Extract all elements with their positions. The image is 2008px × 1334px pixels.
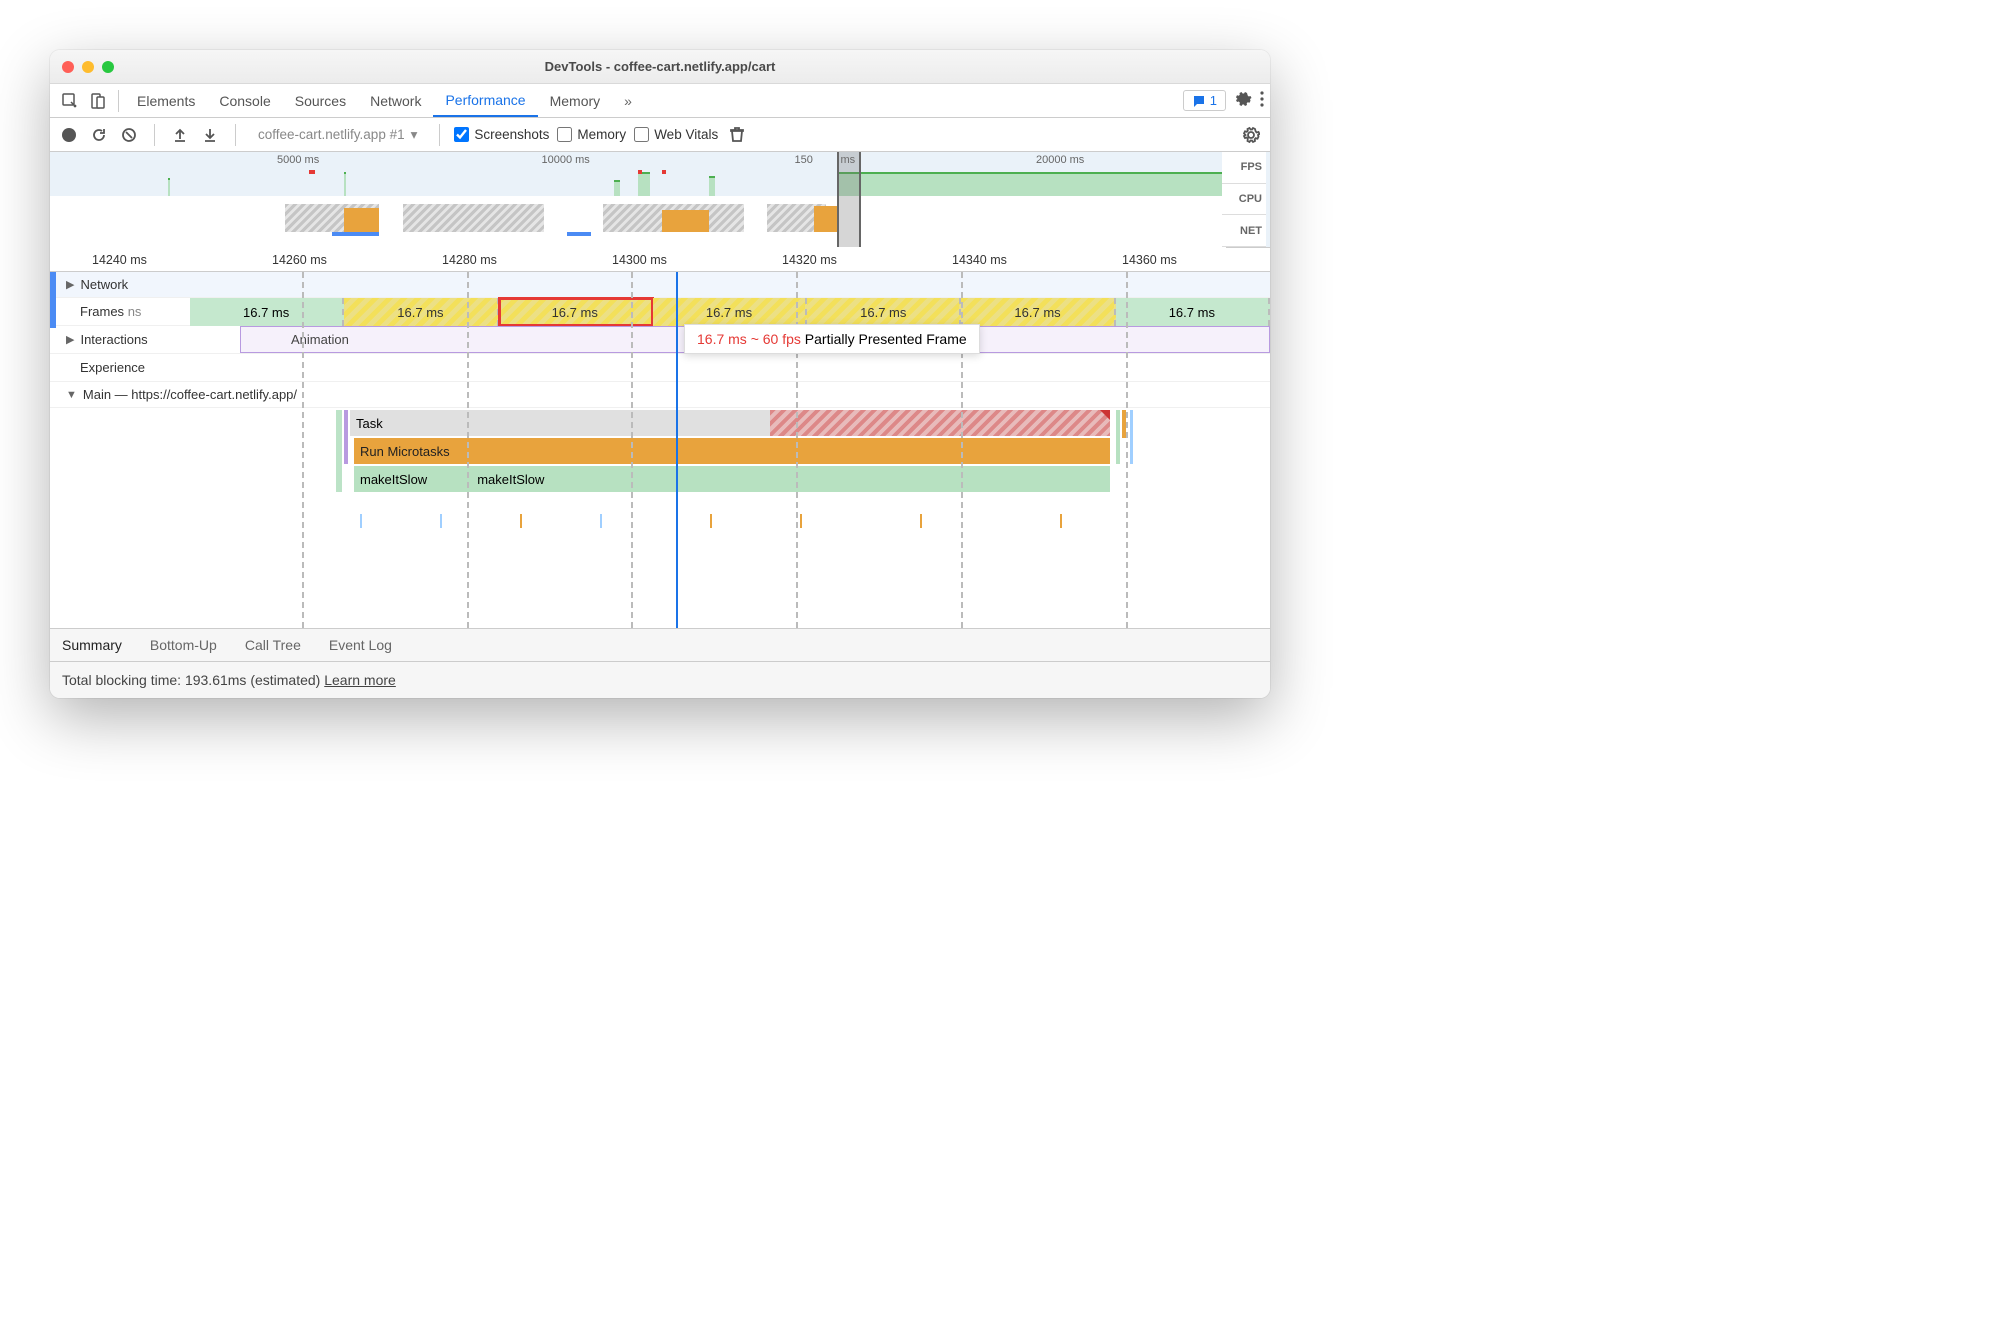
more-tabs-icon[interactable]: »	[612, 84, 644, 117]
track-main-header[interactable]: ▼Main — https://coffee-cart.netlify.app/	[50, 382, 1270, 408]
separator	[154, 124, 155, 146]
window-maximize-button[interactable]	[102, 61, 114, 73]
flame-makeitslow[interactable]: makeItSlow makeItSlow	[354, 466, 1110, 492]
tab-network[interactable]: Network	[358, 84, 433, 117]
recording-selector[interactable]: coffee-cart.netlify.app #1 ▾	[250, 127, 425, 143]
frame-item[interactable]: 16.7 ms	[190, 298, 344, 326]
webvitals-checkbox[interactable]: Web Vitals	[634, 127, 718, 142]
frame-item-selected[interactable]: 16.7 ms	[499, 298, 653, 326]
settings-icon[interactable]	[1234, 90, 1252, 111]
tab-performance[interactable]: Performance	[433, 84, 537, 117]
details-tabs: Summary Bottom-Up Call Tree Event Log	[50, 628, 1270, 662]
flame-task[interactable]: Task	[350, 410, 1110, 436]
window-title: DevTools - coffee-cart.netlify.app/cart	[50, 59, 1270, 74]
screenshots-checkbox[interactable]: Screenshots	[454, 127, 549, 142]
timeline-overview[interactable]: 5000 ms 10000 ms 150 ms 20000 ms	[50, 152, 1270, 248]
tab-elements[interactable]: Elements	[125, 84, 207, 117]
collapse-arrow-icon: ▶	[66, 333, 74, 346]
tab-sources[interactable]: Sources	[283, 84, 358, 117]
capture-settings-icon[interactable]	[1240, 124, 1262, 146]
download-icon[interactable]	[199, 124, 221, 146]
track-network[interactable]: ▶Network	[50, 272, 1270, 298]
tracks-area: ▶Network Frames ns 16.7 ms 16.7 ms 16.7 …	[50, 272, 1270, 628]
separator	[439, 124, 440, 146]
separator	[235, 124, 236, 146]
frame-item[interactable]: 16.7 ms	[1116, 298, 1270, 326]
panel-tabs: Elements Console Sources Network Perform…	[50, 84, 1270, 118]
tab-summary[interactable]: Summary	[62, 637, 122, 653]
inspect-icon[interactable]	[56, 87, 84, 115]
titlebar: DevTools - coffee-cart.netlify.app/cart	[50, 50, 1270, 84]
summary-footer: Total blocking time: 193.61ms (estimated…	[50, 662, 1270, 698]
tab-eventlog[interactable]: Event Log	[329, 637, 392, 653]
tab-bottomup[interactable]: Bottom-Up	[150, 637, 217, 653]
playhead-cursor[interactable]	[676, 272, 678, 628]
memory-checkbox[interactable]: Memory	[557, 127, 626, 142]
frame-item[interactable]: 16.7 ms	[961, 298, 1115, 326]
total-blocking-time: Total blocking time: 193.61ms (estimated…	[62, 672, 320, 688]
flame-detail-area	[50, 498, 1270, 628]
screenshots-checkbox-input[interactable]	[454, 127, 469, 142]
window-close-button[interactable]	[62, 61, 74, 73]
device-toolbar-icon[interactable]	[84, 87, 112, 115]
flame-chart[interactable]: Task Run Microtasks makeItSlow makeItSlo…	[240, 408, 1270, 498]
kebab-menu-icon[interactable]	[1260, 91, 1264, 110]
window-controls	[62, 61, 114, 73]
overview-lane-labels: FPS CPU NET	[1222, 152, 1266, 247]
upload-icon[interactable]	[169, 124, 191, 146]
issues-badge[interactable]: 1	[1183, 90, 1226, 111]
flame-microtasks[interactable]: Run Microtasks	[354, 438, 1110, 464]
track-frames[interactable]: Frames ns 16.7 ms 16.7 ms 16.7 ms 16.7 m…	[50, 298, 1270, 326]
overview-net-lane	[50, 232, 1226, 248]
track-experience[interactable]: Experience	[50, 354, 1270, 382]
window-minimize-button[interactable]	[82, 61, 94, 73]
frame-item[interactable]: 16.7 ms	[344, 298, 498, 326]
record-button[interactable]	[58, 124, 80, 146]
recording-name: coffee-cart.netlify.app #1	[258, 127, 405, 142]
tab-calltree[interactable]: Call Tree	[245, 637, 301, 653]
fps-bar	[838, 172, 1226, 196]
trash-icon[interactable]	[726, 124, 748, 146]
tab-list: Elements Console Sources Network Perform…	[125, 84, 644, 117]
tab-memory[interactable]: Memory	[538, 84, 613, 117]
frame-item[interactable]: 16.7 ms	[807, 298, 961, 326]
time-ruler[interactable]: 14240 ms 14260 ms 14280 ms 14300 ms 1432…	[50, 248, 1270, 272]
collapse-arrow-icon: ▶	[66, 278, 74, 291]
reload-button[interactable]	[88, 124, 110, 146]
learn-more-link[interactable]: Learn more	[324, 672, 396, 688]
track-interactions[interactable]: ▶Interactions Animation 16.7 ms ~ 60 fps…	[50, 326, 1270, 354]
long-task-indicator-icon	[1100, 410, 1110, 420]
issues-count: 1	[1210, 93, 1217, 108]
dropped-frame-marker	[309, 170, 315, 174]
chevron-down-icon: ▾	[411, 127, 418, 143]
track-group-indicator	[50, 272, 56, 328]
devtools-window: DevTools - coffee-cart.netlify.app/cart …	[50, 50, 1270, 698]
frame-tooltip: 16.7 ms ~ 60 fps Partially Presented Fra…	[684, 324, 980, 354]
overview-cpu-lane	[50, 196, 1226, 232]
overview-selection[interactable]	[837, 152, 861, 247]
expand-arrow-icon: ▼	[66, 389, 77, 401]
perf-toolbar: coffee-cart.netlify.app #1 ▾ Screenshots…	[50, 118, 1270, 152]
memory-checkbox-input[interactable]	[557, 127, 572, 142]
overview-fps-lane	[50, 166, 1226, 196]
separator	[118, 90, 119, 112]
webvitals-checkbox-input[interactable]	[634, 127, 649, 142]
clear-button[interactable]	[118, 124, 140, 146]
tab-console[interactable]: Console	[207, 84, 282, 117]
